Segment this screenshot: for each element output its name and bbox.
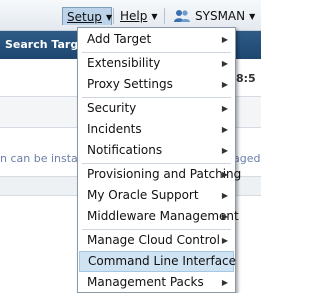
menu-item-security[interactable]: Security ▶ (79, 98, 234, 119)
user-menu-label: SYSMAN (195, 9, 246, 23)
chevron-right-icon: ▶ (221, 170, 228, 179)
chevron-right-icon: ▶ (221, 80, 228, 89)
menu-item-label: Manage Cloud Control (87, 233, 220, 247)
menu-item-label: Middleware Management (87, 209, 239, 223)
search-target-label[interactable]: Search Targ (5, 31, 78, 59)
menu-item-label: Incidents (87, 122, 142, 136)
chevron-right-icon: ▶ (221, 212, 228, 221)
menu-item-label: Provisioning and Patching (87, 167, 242, 181)
chevron-right-icon: ▶ (221, 236, 228, 245)
menu-item-extensibility[interactable]: Extensibility ▶ (79, 53, 234, 74)
menu-item-incidents[interactable]: Incidents ▶ (79, 119, 234, 140)
chevron-right-icon: ▶ (221, 35, 228, 44)
chevron-right-icon: ▶ (221, 146, 228, 155)
chevron-right-icon: ▶ (221, 104, 228, 113)
chevron-right-icon: ▶ (221, 191, 228, 200)
menu-item-command-line-interface[interactable]: Command Line Interface (79, 251, 237, 272)
menu-item-label: Extensibility (87, 56, 161, 70)
menu-item-label: Proxy Settings (87, 77, 173, 91)
menu-item-label: My Oracle Support (87, 188, 199, 202)
menu-divider (164, 8, 165, 24)
caret-down-icon: ▼ (151, 12, 158, 21)
user-menu-button[interactable]: SYSMAN ▼ (170, 7, 256, 25)
setup-dropdown-menu: Add Target ▶ Extensibility ▶ Proxy Setting… (77, 27, 241, 293)
setup-menu-button[interactable]: Setup ▼ (62, 7, 112, 25)
refresh-time: 8:5 (236, 72, 256, 85)
info-note-left: n can be insta (0, 152, 78, 165)
menu-item-provisioning-patching[interactable]: Provisioning and Patching ▶ (79, 164, 241, 185)
menu-item-add-target[interactable]: Add Target ▶ (79, 29, 234, 50)
help-menu-label: Help (120, 9, 148, 23)
user-icon (174, 9, 190, 23)
menu-item-notifications[interactable]: Notifications ▶ (79, 140, 234, 161)
chevron-right-icon: ▶ (221, 278, 228, 287)
menu-item-label: Command Line Interface (88, 254, 237, 268)
setup-menu-label: Setup (67, 10, 102, 24)
menu-item-my-oracle-support[interactable]: My Oracle Support ▶ (79, 185, 234, 206)
menu-item-management-packs[interactable]: Management Packs ▶ (79, 272, 234, 293)
menu-item-middleware-management[interactable]: Middleware Management ▶ (79, 206, 239, 227)
menu-item-manage-cloud-control[interactable]: Manage Cloud Control ▶ (79, 230, 234, 251)
menu-item-label: Notifications (87, 143, 163, 157)
menu-divider (113, 8, 114, 24)
chevron-right-icon: ▶ (221, 125, 228, 134)
menu-item-proxy-settings[interactable]: Proxy Settings ▶ (79, 74, 234, 95)
help-menu-button[interactable]: Help ▼ (116, 7, 160, 25)
menu-item-label: Security (87, 101, 137, 115)
chevron-right-icon: ▶ (221, 59, 228, 68)
menu-item-label: Add Target (87, 32, 152, 46)
menu-item-label: Management Packs (87, 275, 204, 289)
caret-down-icon: ▼ (249, 12, 256, 21)
caret-down-icon: ▼ (105, 13, 113, 22)
